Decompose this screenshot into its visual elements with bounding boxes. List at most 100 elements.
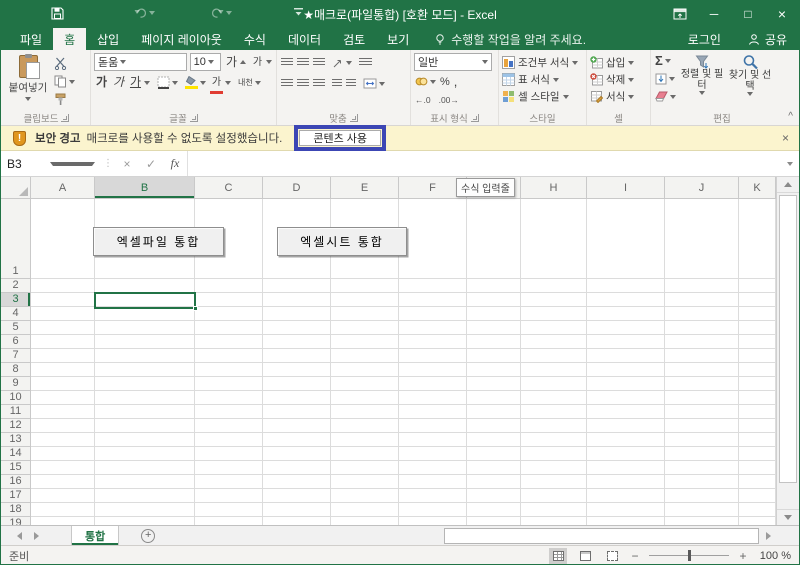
- cell-F17[interactable]: [399, 489, 467, 503]
- cell-I3[interactable]: [587, 293, 665, 307]
- cell-F3[interactable]: [399, 293, 467, 307]
- enter-formula-button[interactable]: ✓: [139, 151, 163, 176]
- wrap-text-button[interactable]: [358, 55, 373, 70]
- cell-A17[interactable]: [31, 489, 95, 503]
- increase-decimal-button[interactable]: ←.0: [414, 92, 432, 107]
- macro-button-merge-sheets[interactable]: 엑셀시트 통합: [277, 227, 407, 256]
- cell-D12[interactable]: [263, 419, 331, 433]
- cell-B16[interactable]: [95, 475, 195, 489]
- percent-style-button[interactable]: %: [439, 74, 451, 89]
- cell-I9[interactable]: [587, 377, 665, 391]
- row-header-5[interactable]: 5: [1, 321, 31, 335]
- cell-K12[interactable]: [739, 419, 776, 433]
- cell-K7[interactable]: [739, 349, 776, 363]
- cell-I19[interactable]: [587, 517, 665, 525]
- minimize-button[interactable]: ─: [697, 0, 731, 28]
- cell-H3[interactable]: [521, 293, 587, 307]
- align-left-button[interactable]: [280, 76, 294, 91]
- row-header-8[interactable]: 8: [1, 363, 31, 377]
- font-name-select[interactable]: 돋움: [94, 53, 187, 71]
- cell-J15[interactable]: [665, 461, 739, 475]
- cell-J4[interactable]: [665, 307, 739, 321]
- cell-E8[interactable]: [331, 363, 399, 377]
- cell-I8[interactable]: [587, 363, 665, 377]
- borders-button[interactable]: [156, 75, 179, 90]
- accounting-format-button[interactable]: [414, 74, 437, 89]
- enable-content-button[interactable]: 콘텐츠 사용: [299, 130, 382, 146]
- cell-I14[interactable]: [587, 447, 665, 461]
- ribbon-tab-삽입[interactable]: 삽입: [86, 28, 130, 50]
- macro-button-merge-files[interactable]: 엑셀파일 통합: [93, 227, 224, 256]
- decrease-indent-button[interactable]: [331, 76, 343, 91]
- phonetic-button[interactable]: 내천: [237, 75, 262, 90]
- zoom-out-button[interactable]: −: [630, 549, 640, 563]
- column-header-H[interactable]: H: [521, 177, 587, 199]
- cell-I11[interactable]: [587, 405, 665, 419]
- cell-J6[interactable]: [665, 335, 739, 349]
- scroll-down-button[interactable]: [777, 509, 799, 525]
- ribbon-tab-데이터[interactable]: 데이터: [277, 28, 332, 50]
- row-header-3[interactable]: 3: [1, 293, 31, 307]
- row-header-17[interactable]: 17: [1, 489, 31, 503]
- cell-I1[interactable]: [587, 199, 665, 279]
- cell-F8[interactable]: [399, 363, 467, 377]
- ribbon-tab-수식[interactable]: 수식: [233, 28, 277, 50]
- cell-G14[interactable]: [467, 447, 521, 461]
- merge-center-button[interactable]: [362, 76, 386, 91]
- cell-D19[interactable]: [263, 517, 331, 525]
- cell-E16[interactable]: [331, 475, 399, 489]
- fill-button[interactable]: [654, 71, 677, 86]
- cell-H4[interactable]: [521, 307, 587, 321]
- cell-E7[interactable]: [331, 349, 399, 363]
- row-header-12[interactable]: 12: [1, 419, 31, 433]
- ribbon-tab-홈[interactable]: 홈: [53, 28, 87, 50]
- row-header-7[interactable]: 7: [1, 349, 31, 363]
- sign-in-button[interactable]: 로그인: [674, 28, 735, 50]
- cell-E2[interactable]: [331, 279, 399, 293]
- sort-filter-button[interactable]: 정렬 및 필터: [679, 53, 725, 110]
- cell-I6[interactable]: [587, 335, 665, 349]
- cell-C14[interactable]: [195, 447, 263, 461]
- cell-D7[interactable]: [263, 349, 331, 363]
- cell-I5[interactable]: [587, 321, 665, 335]
- cell-A18[interactable]: [31, 503, 95, 517]
- cell-C16[interactable]: [195, 475, 263, 489]
- cell-K10[interactable]: [739, 391, 776, 405]
- cell-C12[interactable]: [195, 419, 263, 433]
- cell-D4[interactable]: [263, 307, 331, 321]
- cell-C2[interactable]: [195, 279, 263, 293]
- cell-D9[interactable]: [263, 377, 331, 391]
- align-bottom-button[interactable]: [312, 55, 326, 70]
- cell-E19[interactable]: [331, 517, 399, 525]
- ribbon-tab-파일[interactable]: 파일: [9, 28, 53, 50]
- autosum-button[interactable]: Σ: [654, 53, 677, 68]
- vertical-scrollbar-thumb[interactable]: [779, 195, 797, 483]
- cell-D5[interactable]: [263, 321, 331, 335]
- column-header-E[interactable]: E: [331, 177, 399, 199]
- cell-K9[interactable]: [739, 377, 776, 391]
- copy-button[interactable]: [53, 74, 76, 89]
- cell-F2[interactable]: [399, 279, 467, 293]
- cell-K11[interactable]: [739, 405, 776, 419]
- row-header-14[interactable]: 14: [1, 447, 31, 461]
- comma-style-button[interactable]: ,: [453, 74, 459, 89]
- cell-K4[interactable]: [739, 307, 776, 321]
- cell-C11[interactable]: [195, 405, 263, 419]
- row-header-10[interactable]: 10: [1, 391, 31, 405]
- cell-H16[interactable]: [521, 475, 587, 489]
- cell-E6[interactable]: [331, 335, 399, 349]
- cell-J10[interactable]: [665, 391, 739, 405]
- cell-K17[interactable]: [739, 489, 776, 503]
- cut-button[interactable]: [53, 56, 76, 71]
- cell-H13[interactable]: [521, 433, 587, 447]
- cell-C8[interactable]: [195, 363, 263, 377]
- cell-A5[interactable]: [31, 321, 95, 335]
- cell-I7[interactable]: [587, 349, 665, 363]
- row-header-16[interactable]: 16: [1, 475, 31, 489]
- cell-J19[interactable]: [665, 517, 739, 525]
- cell-K14[interactable]: [739, 447, 776, 461]
- cell-G17[interactable]: [467, 489, 521, 503]
- cell-K3[interactable]: [739, 293, 776, 307]
- zoom-in-button[interactable]: +: [738, 549, 748, 563]
- cell-J1[interactable]: [665, 199, 739, 279]
